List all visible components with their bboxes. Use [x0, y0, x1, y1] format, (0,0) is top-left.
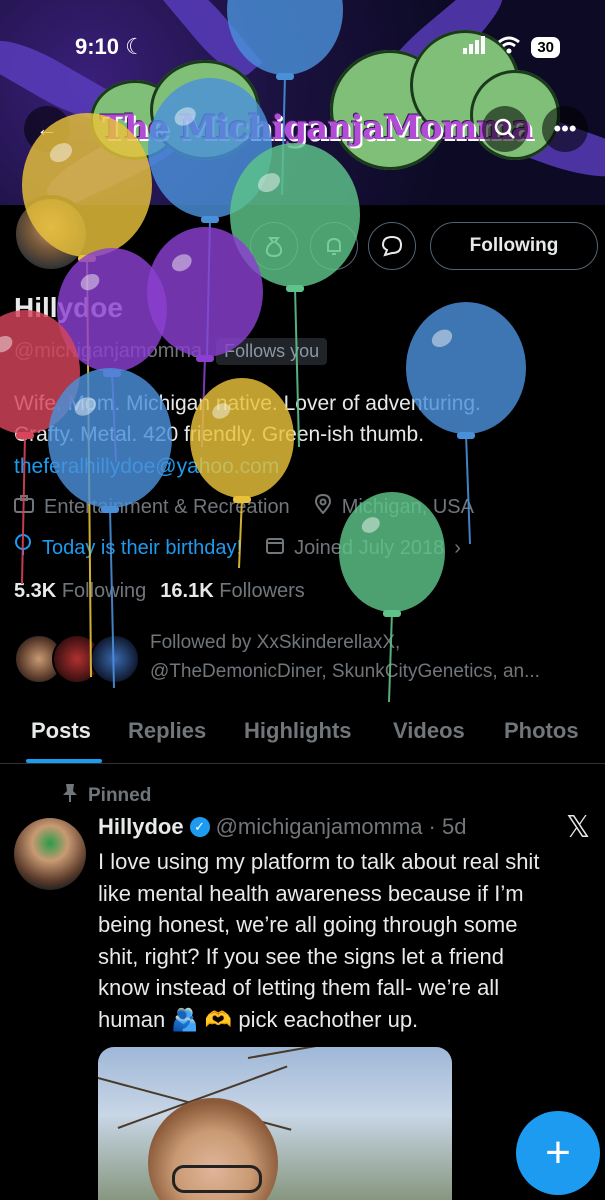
meta-row-category: Entertainment & Recreation Michigan, USA	[14, 493, 474, 520]
follows-you-badge: Follows you	[216, 338, 328, 365]
balloon-shine	[0, 335, 13, 353]
balloon-shine	[431, 329, 453, 348]
post-time: · 5d	[428, 814, 467, 839]
verified-badge-icon: ✓	[189, 817, 210, 837]
post-text: I love using my platform to talk about r…	[98, 849, 540, 1032]
following-count-link[interactable]: 5.3K Following	[14, 580, 146, 603]
profile-handle: @michiganjamomma	[14, 340, 203, 362]
x-logo-icon: 𝕏	[566, 810, 591, 845]
balloon-icon	[14, 534, 32, 562]
profile-location: Michigan, USA	[341, 495, 474, 518]
follow-counts: 5.3K Following 16.1K Followers	[14, 580, 305, 603]
glasses-decoration	[172, 1165, 262, 1193]
chevron-right-icon[interactable]: ›	[454, 537, 461, 560]
pin-icon	[62, 783, 78, 809]
handle-row: @michiganjamomma Follows you	[14, 338, 328, 365]
avatar	[90, 634, 140, 684]
balloon-knot	[201, 216, 219, 223]
more-icon[interactable]: •••	[542, 106, 588, 152]
briefcase-icon	[14, 495, 34, 519]
followed-by-text: Followed by XxSkinderellaxX, @TheDemonic…	[150, 632, 540, 682]
following-button[interactable]: Following	[430, 222, 598, 270]
post-avatar[interactable]	[14, 818, 86, 890]
followers-count-link[interactable]: 16.1K Followers	[160, 580, 305, 603]
tab-replies[interactable]: Replies	[128, 718, 206, 744]
plus-icon: +	[545, 1128, 571, 1177]
status-time: 9:10 ☾	[75, 34, 145, 59]
meta-row-birthday: Today is their birthday! Joined July 201…	[14, 534, 461, 562]
followed-by-row[interactable]: Followed by XxSkinderellaxX, @TheDemonic…	[14, 628, 599, 690]
tab-videos[interactable]: Videos	[393, 718, 465, 744]
signal-icon	[463, 36, 487, 59]
status-bar: 9:10 ☾ 30	[0, 30, 605, 70]
banner-title: The MichiganjaMomma	[100, 108, 534, 148]
compose-button[interactable]: +	[516, 1111, 600, 1195]
money-bag-icon[interactable]	[250, 222, 298, 270]
birthday-text: Today is their birthday!	[42, 536, 243, 559]
post-header: Hillydoe ✓ @michiganjamomma · 5d	[98, 814, 466, 840]
joined-date: Joined July 2018	[294, 536, 445, 559]
tab-posts[interactable]: Posts	[31, 718, 91, 744]
location-pin-icon	[314, 493, 332, 520]
profile-bio: Wife. Mom. Michigan native. Lover of adv…	[14, 388, 594, 450]
status-icons: 30	[463, 36, 560, 59]
balloon-knot	[103, 370, 121, 377]
message-icon[interactable]	[368, 222, 416, 270]
post-author-handle[interactable]: @michiganjamomma	[216, 814, 423, 840]
balloon-shine	[171, 254, 192, 272]
bio-line: Crafty. Metal. 420 friendly. Green-ish t…	[14, 423, 425, 446]
balloon-knot	[383, 610, 401, 617]
battery-indicator: 30	[531, 37, 560, 58]
profile-category: Entertainment & Recreation	[44, 495, 290, 518]
post-author-name[interactable]: Hillydoe	[98, 814, 184, 840]
email-link[interactable]: theferalhillydoe@yahoo.com	[14, 455, 279, 479]
branch-decoration	[247, 1047, 452, 1059]
bell-icon[interactable]	[310, 222, 358, 270]
moon-icon: ☾	[125, 34, 145, 59]
balloon-string	[206, 217, 211, 359]
balloon-string	[465, 433, 471, 545]
back-arrow-icon[interactable]: ←	[24, 106, 70, 152]
tab-photos[interactable]: Photos	[504, 718, 579, 744]
balloon-knot	[286, 285, 304, 292]
profile-avatar[interactable]	[12, 195, 90, 273]
balloon-shine	[80, 273, 100, 291]
wifi-icon	[497, 36, 521, 59]
active-tab-indicator	[26, 759, 102, 763]
bio-line: Wife. Mom. Michigan native. Lover of adv…	[14, 392, 481, 415]
pinned-label: Pinned	[62, 783, 151, 809]
profile-name: Hillydoe	[14, 292, 123, 323]
calendar-icon	[266, 536, 285, 560]
tab-highlights[interactable]: Highlights	[244, 718, 352, 744]
profile-tabs: Posts Replies Highlights Videos Photos	[0, 704, 605, 764]
search-icon[interactable]	[482, 106, 528, 152]
